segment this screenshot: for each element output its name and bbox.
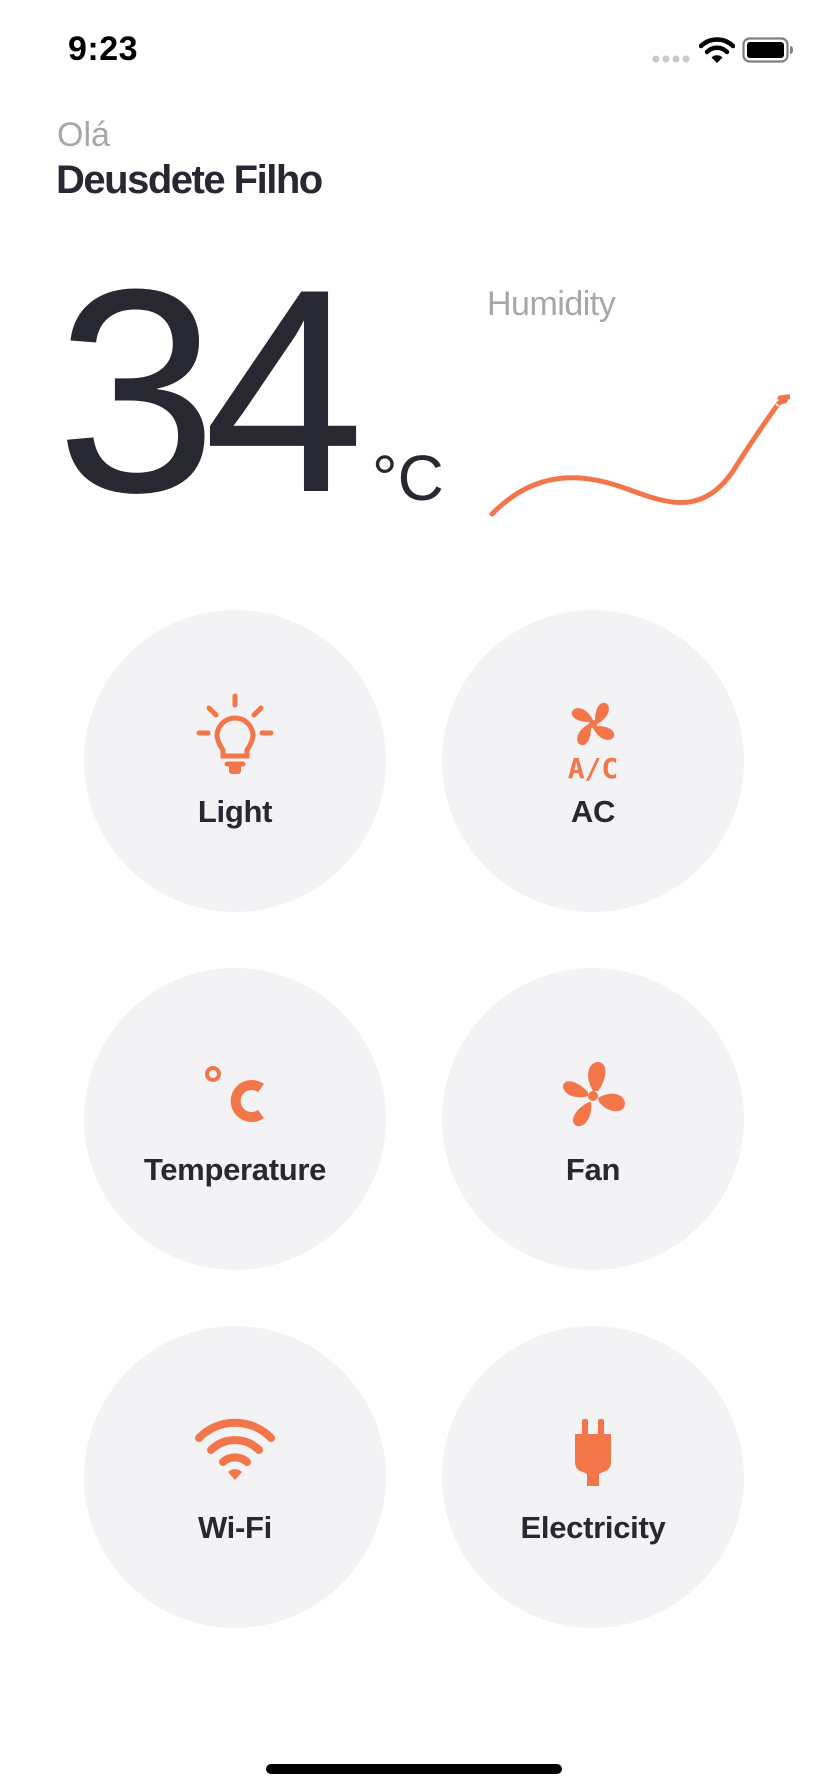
device-tile-light[interactable]: Light <box>84 610 386 912</box>
device-label-electricity: Electricity <box>520 1510 666 1545</box>
status-time: 9:23 <box>68 30 139 68</box>
device-tile-electricity[interactable]: Electricity <box>442 1326 744 1628</box>
battery-icon <box>742 37 793 63</box>
device-tile-fan[interactable]: Fan <box>442 968 744 1270</box>
temperature-unit: °C <box>372 442 444 514</box>
device-label-temperature: Temperature <box>143 1152 327 1187</box>
fan-icon <box>563 1061 625 1127</box>
humidity-label: Humidity <box>487 285 616 323</box>
device-label-fan: Fan <box>565 1152 621 1187</box>
celsius-icon <box>205 1066 264 1122</box>
cellular-signal-icon <box>652 55 690 63</box>
user-name: Deusdete Filho <box>56 158 323 202</box>
device-label-ac: AC <box>570 794 616 829</box>
status-bar: 9:23 <box>0 0 828 100</box>
home-indicator[interactable] <box>266 1764 562 1774</box>
device-tile-wifi[interactable]: Wi-Fi <box>84 1326 386 1628</box>
device-label-wifi: Wi-Fi <box>198 1510 272 1545</box>
wifi-status-icon <box>699 37 735 63</box>
device-label-light: Light <box>197 794 273 829</box>
plug-icon <box>575 1419 611 1486</box>
greeting-text: Olá <box>57 116 110 154</box>
wifi-icon <box>195 1418 275 1480</box>
humidity-curve <box>489 394 790 517</box>
lightbulb-icon <box>196 693 274 774</box>
svg-text:A/C: A/C <box>568 752 619 785</box>
air-conditioner-icon: A/C <box>568 702 619 785</box>
humidity-sparkline <box>489 394 790 517</box>
temperature-value: 34 <box>56 229 365 553</box>
device-tile-temperature[interactable]: Temperature <box>84 968 386 1270</box>
device-tile-ac[interactable]: A/C AC <box>442 610 744 912</box>
